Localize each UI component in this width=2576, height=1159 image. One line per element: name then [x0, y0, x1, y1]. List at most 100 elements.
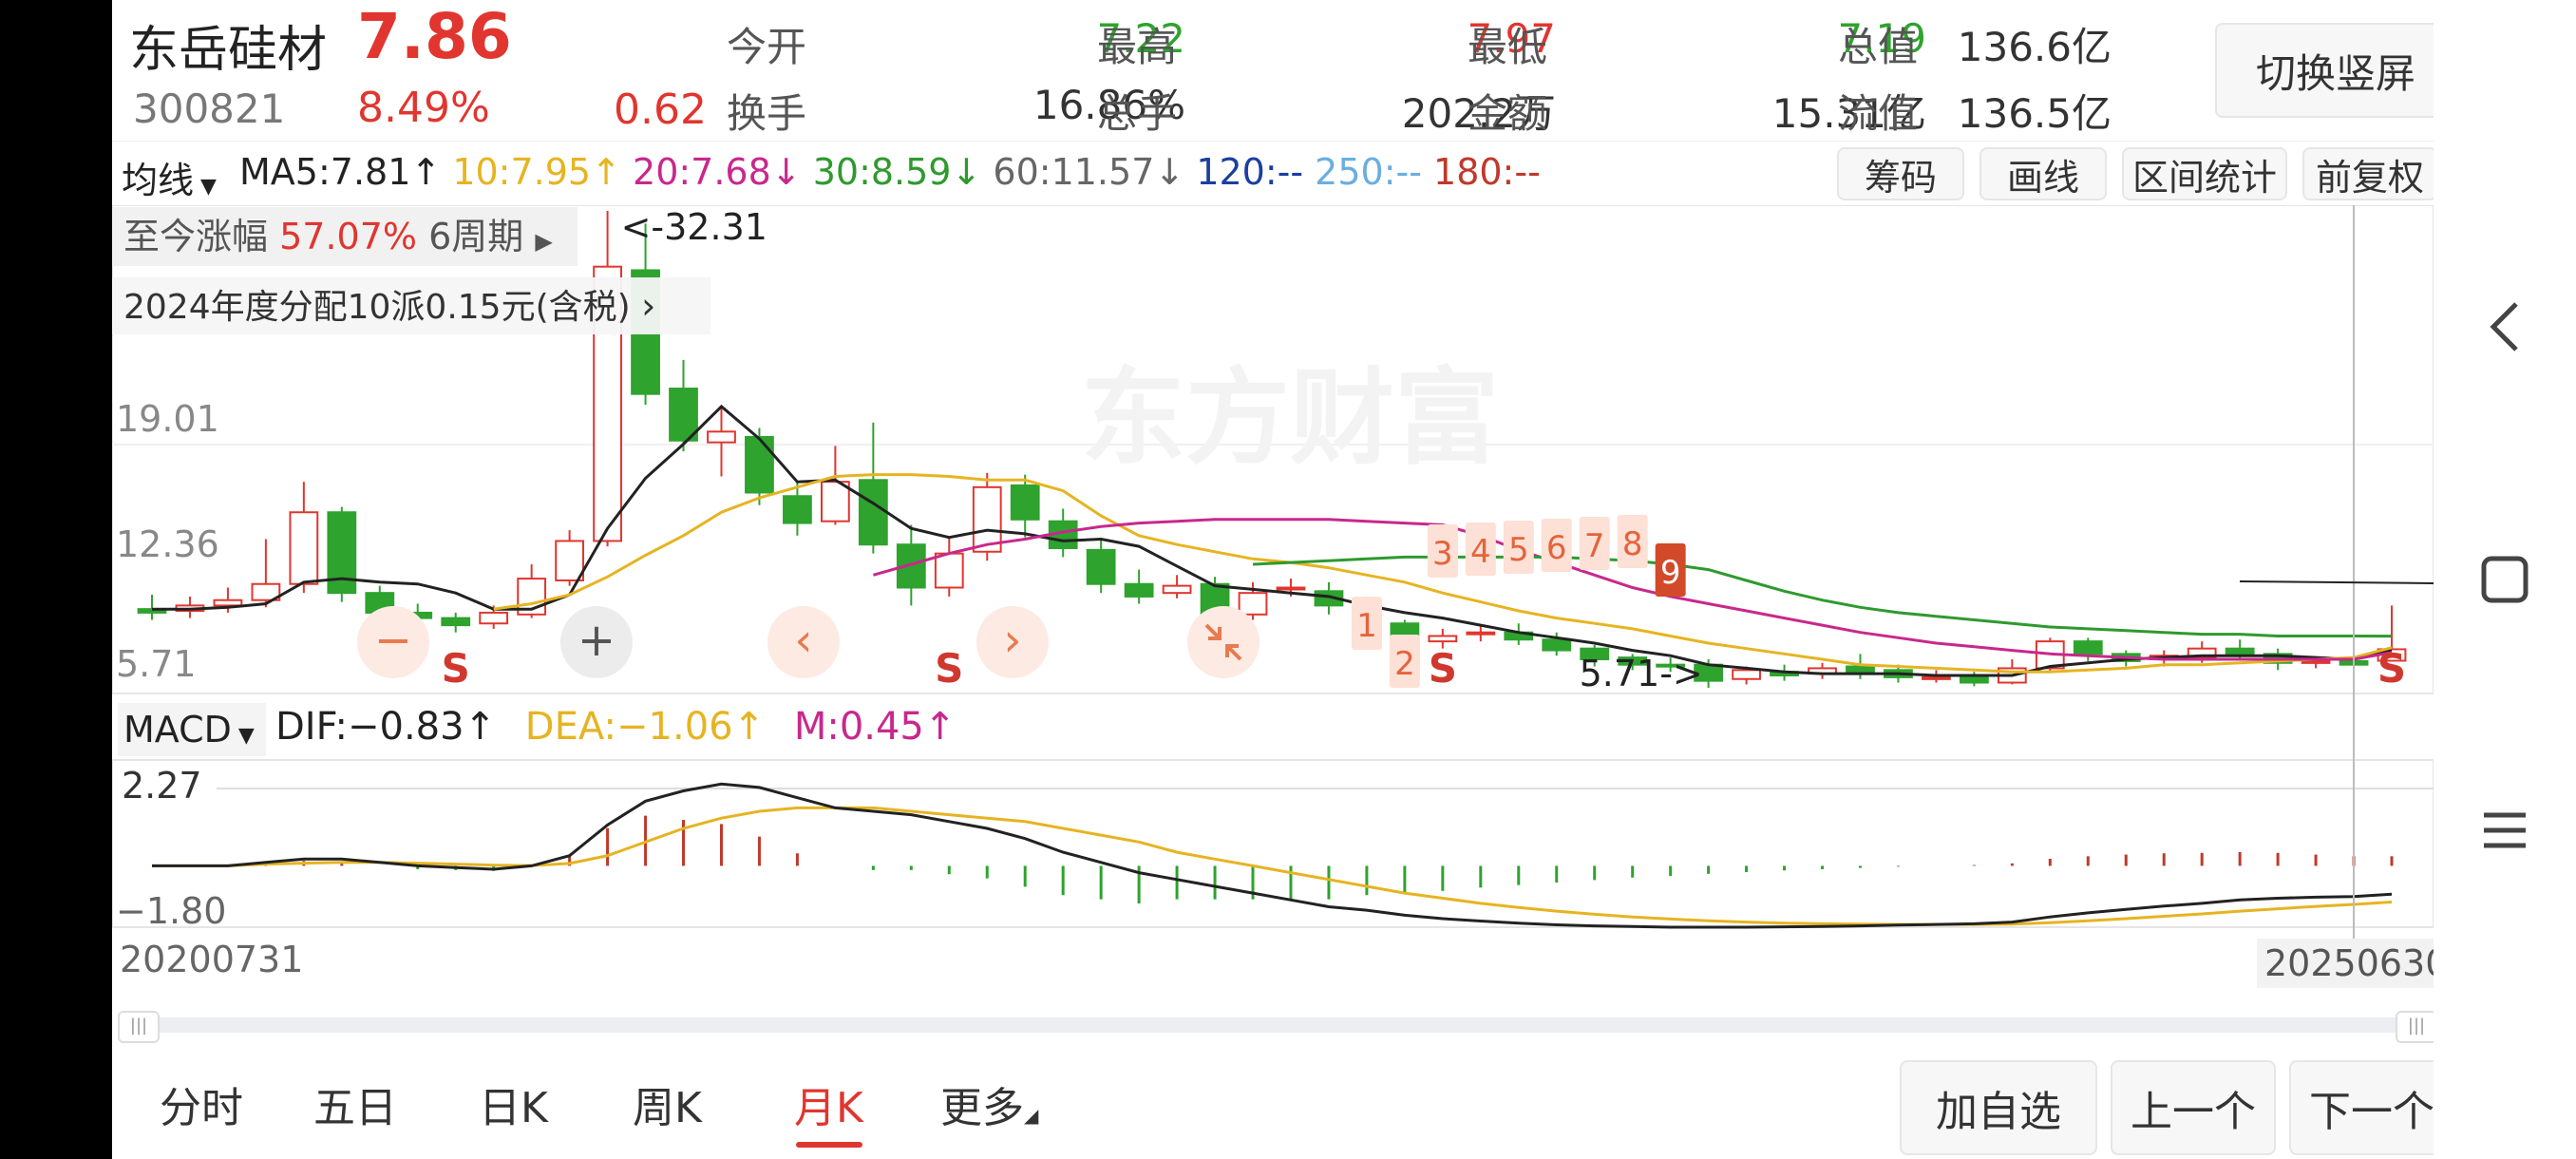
- ma180-label: 180:--: [1433, 151, 1541, 193]
- td-number: 8: [1622, 525, 1643, 563]
- ma-bar: 均线 ▼ MA5:7.81↑ 10:7.95↑ 20:7.68↓ 30:8.59…: [112, 141, 2434, 210]
- td-number: 6: [1546, 529, 1567, 567]
- tool-glyph: ›: [1003, 614, 1021, 667]
- collapse-arrows-icon[interactable]: [1187, 606, 1260, 678]
- change-percent: 8.49%: [357, 84, 490, 132]
- pan-right-button[interactable]: ›: [976, 606, 1049, 678]
- zoom-in-button[interactable]: +: [560, 606, 633, 678]
- add-watchlist-button[interactable]: 加自选: [1900, 1060, 2097, 1155]
- tool-circle: [1187, 606, 1260, 678]
- m-label: M:0.45↑: [793, 705, 957, 749]
- tool-glyph: ‹: [794, 614, 812, 667]
- macd-panel-frame: [112, 759, 2434, 928]
- chips-button[interactable]: 筹码: [1837, 147, 1964, 200]
- ma60-label: 60:11.57↓: [993, 151, 1185, 193]
- gain-arrow-icon: ▶: [535, 228, 553, 255]
- stock-price: 7.86: [357, 0, 512, 73]
- switch-portrait-button[interactable]: 切换竖屏: [2215, 23, 2434, 118]
- tab-intraday[interactable]: 分时: [160, 1074, 243, 1134]
- candle-up: [1162, 584, 1192, 595]
- system-nav-bar: [2434, 0, 2576, 1159]
- candle-up: [1428, 635, 1458, 643]
- volume-label: 总手: [1097, 90, 1178, 137]
- dif-line: [152, 782, 2393, 929]
- candle-up: [1238, 592, 1268, 616]
- drawn-trendline: [2239, 580, 2434, 584]
- back-chevron-icon[interactable]: [2434, 270, 2576, 384]
- tab-five-day[interactable]: 五日: [313, 1074, 397, 1134]
- macd-y-tick: −1.80: [116, 890, 226, 932]
- y-tick-label: 12.36: [116, 523, 219, 565]
- candle-up: [1922, 675, 1951, 680]
- range-stats-button[interactable]: 区间统计: [2122, 147, 2287, 200]
- candle-up: [1732, 669, 1761, 680]
- dividend-chevron-icon: ›: [641, 285, 656, 327]
- ma5-label: MA5:7.81↑: [239, 151, 442, 193]
- tab-daily[interactable]: 日K: [479, 1074, 548, 1134]
- candle-up: [934, 552, 964, 589]
- active-tab-underline: [796, 1142, 862, 1148]
- scroll-handle-left[interactable]: |||: [118, 1011, 160, 1043]
- td-number: 1: [1356, 607, 1377, 645]
- amount-label: 金额: [1468, 90, 1548, 137]
- open-label: 今开: [727, 24, 807, 70]
- home-square-icon[interactable]: [2434, 522, 2576, 636]
- change-amount: 0.62: [614, 86, 707, 134]
- ma10-label: 10:7.95↑: [452, 151, 621, 193]
- max-price-label: <-32.31: [621, 206, 767, 248]
- range-scrollbar[interactable]: ||| |||: [118, 1011, 2434, 1043]
- candle-up: [1276, 586, 1306, 591]
- pan-left-button[interactable]: ‹: [767, 606, 840, 678]
- candle-up: [555, 540, 585, 581]
- gain-info-box[interactable]: 至今涨幅 57.07% 6周期 ▶: [112, 207, 578, 266]
- y-tick-label: 19.01: [116, 398, 219, 440]
- candle-down: [1124, 582, 1154, 598]
- draw-line-button[interactable]: 画线: [1979, 147, 2107, 200]
- tab-monthly[interactable]: 月K: [794, 1074, 863, 1134]
- watermark: 东方财富: [1081, 357, 1499, 479]
- end-date: 20250630: [2257, 939, 2434, 988]
- menu-lines-icon[interactable]: [2434, 773, 2576, 887]
- high-label: 最高: [1097, 24, 1178, 70]
- dividend-box[interactable]: 2024年度分配10派0.15元(含税) ›: [112, 277, 710, 334]
- prev-stock-button[interactable]: 上一个: [2111, 1060, 2276, 1155]
- candle-up: [479, 611, 509, 625]
- macd-y-tick: 2.27: [122, 765, 202, 807]
- td-number: 4: [1470, 533, 1491, 571]
- more-corner-icon: ◢: [1024, 1104, 1039, 1127]
- candle-down: [783, 495, 812, 524]
- candle-up: [820, 481, 850, 522]
- td-number: 7: [1584, 527, 1605, 565]
- candle-up: [707, 430, 736, 444]
- candle-down: [1086, 548, 1116, 585]
- scroll-handle-right[interactable]: |||: [2396, 1011, 2434, 1043]
- macd-chart: 2.27 −1.80: [116, 765, 2434, 932]
- tool-glyph: +: [578, 614, 616, 667]
- candle-up: [1466, 631, 1496, 636]
- stock-code: 300821: [133, 86, 286, 132]
- low-label: 最低: [1468, 24, 1548, 70]
- tab-more[interactable]: 更多◢: [940, 1074, 1038, 1134]
- start-date: 20200731: [120, 939, 304, 980]
- ma120-label: 120:--: [1196, 151, 1304, 193]
- dea-line: [152, 806, 2393, 926]
- td-number: 2: [1394, 645, 1415, 683]
- candle-down: [441, 617, 471, 627]
- y-tick-label: 5.71: [116, 643, 197, 685]
- macd-selector[interactable]: MACD ▼: [118, 703, 266, 756]
- sell-marker: S: [442, 645, 470, 692]
- tab-weekly[interactable]: 周K: [633, 1074, 702, 1134]
- dea-label: DEA:−1.06↑: [524, 705, 766, 749]
- sell-marker: S: [935, 645, 963, 692]
- candle-up: [2301, 659, 2331, 664]
- adjust-button[interactable]: 前复权: [2302, 147, 2434, 200]
- sell-marker: S: [2377, 645, 2406, 692]
- next-stock-button[interactable]: 下一个: [2289, 1060, 2434, 1155]
- dif-label: DIF:−0.83↑: [275, 705, 497, 749]
- min-price-label: 5.71->: [1580, 653, 1703, 694]
- zoom-out-button[interactable]: −: [357, 606, 429, 678]
- td-number: 3: [1432, 535, 1453, 573]
- ma-selector[interactable]: 均线 ▼: [122, 151, 217, 203]
- stock-app: 东岳硅材 7.86 300821 8.49% 0.62 今开 7.22 最高 7…: [112, 0, 2434, 1159]
- float-value: 136.5亿: [1957, 90, 2112, 137]
